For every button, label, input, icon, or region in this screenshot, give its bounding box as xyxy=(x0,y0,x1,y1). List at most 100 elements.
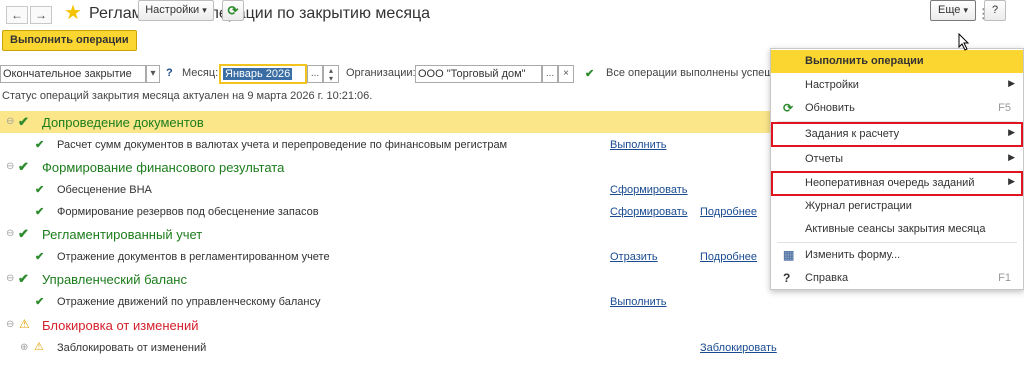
all-done-status: Все операции выполнены успешно xyxy=(606,67,786,79)
menu-item-label: Активные сеансы закрытия месяца xyxy=(805,223,986,235)
expand-icon[interactable]: ⊕ xyxy=(20,342,28,353)
warning-icon: ⚠ xyxy=(34,341,44,353)
group-row-reposting[interactable]: ⊖ ✔ Допроведение документов xyxy=(0,111,778,133)
group-row-management-balance[interactable]: ⊖ ✔ Управленческий баланс xyxy=(0,268,778,290)
menu-item-label: Журнал регистрации xyxy=(805,200,912,212)
details-link[interactable]: Подробнее xyxy=(700,251,757,263)
settings-button[interactable]: Настройки ▾ xyxy=(138,0,214,21)
shortcut-label: F1 xyxy=(998,272,1011,284)
help-icon: ? xyxy=(783,271,791,285)
month-spinner[interactable]: ▴ ▾ xyxy=(323,65,339,83)
check-icon: ✔ xyxy=(18,159,29,174)
check-icon: ✔ xyxy=(35,296,45,308)
closing-type-select[interactable]: Окончательное закрытие xyxy=(0,65,146,83)
month-select-button[interactable]: ... xyxy=(307,65,323,83)
item-text: Отражение движений по управленческому ба… xyxy=(57,296,321,308)
check-icon: ✔ xyxy=(35,139,45,151)
more-label: Еще xyxy=(938,4,961,16)
group-title: Регламентированный учет xyxy=(42,227,203,242)
closing-type-dropdown-button[interactable]: ▾ xyxy=(146,65,160,83)
menu-item-refresh[interactable]: ⟳ Обновить F5 xyxy=(771,97,1023,120)
group-title: Блокировка от изменений xyxy=(42,318,199,333)
forward-button[interactable]: → xyxy=(30,6,52,24)
form-settings-icon: ▦ xyxy=(783,248,795,262)
menu-item-reports[interactable]: Отчеты ▶ xyxy=(771,148,1023,171)
menu-item-label: Справка xyxy=(805,272,849,284)
organization-select-button[interactable]: ... xyxy=(542,65,558,83)
mouse-cursor-icon xyxy=(958,33,970,51)
check-icon: ✔ xyxy=(35,251,45,263)
check-icon: ✔ xyxy=(18,226,29,241)
submenu-arrow-icon: ▶ xyxy=(1008,152,1015,162)
chevron-down-icon: ▾ xyxy=(963,5,968,15)
menu-item-change-form[interactable]: ▦ Изменить форму... xyxy=(771,244,1023,267)
success-check-icon: ✔ xyxy=(585,68,595,80)
menu-item-label: Отчеты xyxy=(805,153,844,165)
menu-divider xyxy=(777,242,1017,243)
item-text: Расчет сумм документов в валютах учета и… xyxy=(57,139,508,151)
month-input[interactable]: Январь 2026 xyxy=(219,64,307,84)
menu-item-run-operations[interactable]: Выполнить операции xyxy=(771,50,1023,73)
group-row-financial-result[interactable]: ⊖ ✔ Формирование финансового результата xyxy=(0,156,778,178)
month-value: Январь 2026 xyxy=(223,68,293,80)
item-text: Формирование резервов под обесценение за… xyxy=(57,206,319,218)
collapse-icon[interactable]: ⊖ xyxy=(6,319,14,330)
organization-label: Организации: xyxy=(346,67,416,79)
refresh-button[interactable]: ⟳ xyxy=(222,0,244,21)
collapse-icon[interactable]: ⊖ xyxy=(6,116,14,127)
action-link[interactable]: Сформировать xyxy=(610,206,688,218)
group-title: Управленческий баланс xyxy=(42,272,187,287)
settings-label: Настройки xyxy=(145,4,200,16)
collapse-icon[interactable]: ⊖ xyxy=(6,273,14,284)
collapse-icon[interactable]: ⊖ xyxy=(6,161,14,172)
menu-item-active-sessions[interactable]: Активные сеансы закрытия месяца xyxy=(771,218,1023,241)
submenu-arrow-icon: ▶ xyxy=(1008,78,1015,88)
action-link[interactable]: Выполнить xyxy=(610,139,666,151)
help-button[interactable]: ? xyxy=(984,0,1006,21)
favorite-star-icon[interactable]: ★ xyxy=(64,2,82,24)
check-icon: ✔ xyxy=(18,271,29,286)
list-item: ✔ Обесценение ВНА Сформировать xyxy=(0,179,778,201)
run-operations-button[interactable]: Выполнить операции xyxy=(2,30,137,51)
spin-down-icon[interactable]: ▾ xyxy=(324,75,338,83)
chevron-down-icon: ▾ xyxy=(150,68,156,79)
menu-item-label: Обновить xyxy=(805,102,855,114)
arrow-left-icon: ← xyxy=(11,8,23,22)
organization-clear-button[interactable]: × xyxy=(558,65,574,83)
list-item: ✔ Отражение движений по управленческому … xyxy=(0,291,778,313)
group-row-regulated-accounting[interactable]: ⊖ ✔ Регламентированный учет xyxy=(0,223,778,245)
menu-item-settings[interactable]: Настройки ▶ xyxy=(771,74,1023,97)
details-link[interactable]: Подробнее xyxy=(700,206,757,218)
list-item: ✔ Расчет сумм документов в валютах учета… xyxy=(0,134,778,156)
item-text: Заблокировать от изменений xyxy=(57,342,207,354)
refresh-icon: ⟳ xyxy=(783,101,794,115)
check-icon: ✔ xyxy=(35,184,45,196)
action-link[interactable]: Заблокировать xyxy=(700,342,777,354)
back-button[interactable]: ← xyxy=(6,6,28,24)
item-text: Отражение документов в регламентированно… xyxy=(57,251,330,263)
action-link[interactable]: Выполнить xyxy=(610,296,666,308)
menu-item-help[interactable]: ? Справка F1 xyxy=(771,267,1023,290)
menu-item-label: Изменить форму... xyxy=(805,249,901,261)
group-title: Допроведение документов xyxy=(42,115,204,130)
arrow-right-icon: → xyxy=(35,8,47,22)
organization-input[interactable]: ООО "Торговый дом" xyxy=(415,65,542,83)
list-item: ✔ Отражение документов в регламентирован… xyxy=(0,246,778,268)
chevron-down-icon: ▾ xyxy=(202,5,207,15)
menu-item-event-log[interactable]: Журнал регистрации xyxy=(771,195,1023,218)
help-icon[interactable]: ? xyxy=(166,67,173,79)
collapse-icon[interactable]: ⊖ xyxy=(6,228,14,239)
item-text: Обесценение ВНА xyxy=(57,184,152,196)
menu-item-label: Настройки xyxy=(805,79,859,91)
more-button[interactable]: Еще ▾ xyxy=(930,0,976,21)
shortcut-label: F5 xyxy=(998,102,1011,114)
group-title: Формирование финансового результата xyxy=(42,160,285,175)
list-item: ⊕ ⚠ Заблокировать от изменений Заблокиро… xyxy=(0,337,778,359)
group-row-change-lock[interactable]: ⊖ ⚠ Блокировка от изменений xyxy=(0,314,778,336)
list-item: ✔ Формирование резервов под обесценение … xyxy=(0,201,778,223)
action-link[interactable]: Сформировать xyxy=(610,184,688,196)
highlight-frame xyxy=(771,171,1023,196)
highlight-frame xyxy=(771,122,1023,147)
action-link[interactable]: Отразить xyxy=(610,251,658,263)
menu-item-label: Выполнить операции xyxy=(805,55,924,67)
